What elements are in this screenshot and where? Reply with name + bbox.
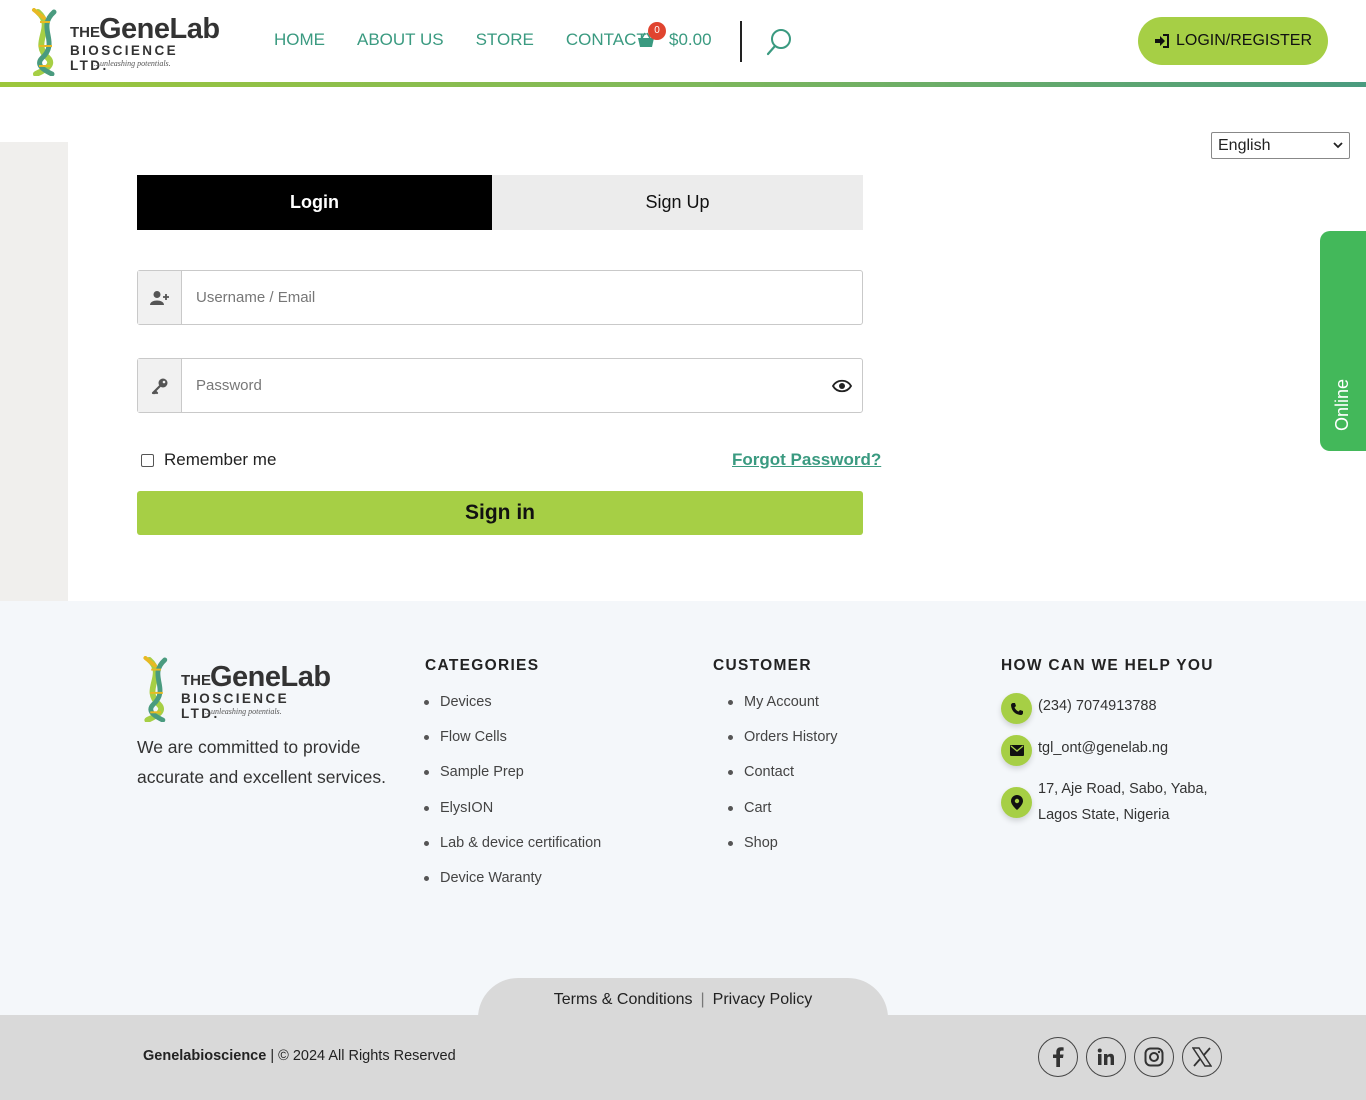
copyright-brand: Genelabioscience xyxy=(143,1048,267,1064)
footer-logo-name: GeneLab xyxy=(210,661,331,693)
tab-login[interactable]: Login xyxy=(137,175,492,230)
logo-name: GeneLab xyxy=(99,13,220,45)
username-field xyxy=(137,270,863,325)
language-select[interactable]: English xyxy=(1211,132,1350,159)
help-address: 17, Aje Road, Sabo, Yaba, Lagos State, Ni… xyxy=(1001,776,1208,828)
envelope-icon xyxy=(1001,735,1032,766)
language-selected: English xyxy=(1218,136,1271,154)
customer-list: My Account Orders History Contact Cart S… xyxy=(728,694,837,870)
category-link[interactable]: Device Waranty xyxy=(424,870,601,905)
customer-link[interactable]: Contact xyxy=(728,764,837,799)
dna-logo-icon xyxy=(32,8,57,76)
facebook-icon[interactable] xyxy=(1038,1037,1078,1077)
header-divider xyxy=(740,21,742,62)
remember-checkbox[interactable] xyxy=(141,453,154,467)
logo-tagline: ...unleashing potentials. xyxy=(94,59,171,68)
footer-logo-subtitle: BIOSCIENCE LTD. xyxy=(181,691,290,721)
footer-logo-the: THE xyxy=(181,672,211,689)
sign-in-button[interactable]: Sign in xyxy=(137,491,863,535)
help-email[interactable]: tgl_ont@genelab.ng xyxy=(1001,735,1168,766)
username-input[interactable] xyxy=(182,271,862,324)
customer-link[interactable]: Cart xyxy=(728,800,837,835)
x-twitter-icon[interactable] xyxy=(1182,1037,1222,1077)
login-register-button[interactable]: LOGIN/REGISTER xyxy=(1138,17,1328,65)
category-link[interactable]: Lab & device certification xyxy=(424,835,601,870)
categories-list: Devices Flow Cells Sample Prep ElysION L… xyxy=(424,694,601,905)
header-gradient-bar xyxy=(0,82,1366,87)
password-field xyxy=(137,358,863,413)
email-address: tgl_ont@genelab.ng xyxy=(1038,740,1169,756)
remember-me[interactable]: Remember me xyxy=(141,450,276,470)
customer-link[interactable]: My Account xyxy=(728,694,837,729)
password-addon xyxy=(138,359,182,412)
footer-logo[interactable]: THE GeneLab BIOSCIENCE LTD. ...unleashin… xyxy=(137,656,331,722)
categories-title: CATEGORIES xyxy=(425,657,540,674)
customer-link[interactable]: Orders History xyxy=(728,729,837,764)
forgot-password-link[interactable]: Forgot Password? xyxy=(732,450,881,470)
phone-number: (234) 7074913788 xyxy=(1038,698,1157,714)
help-phone[interactable]: (234) 7074913788 xyxy=(1001,693,1157,724)
site-logo[interactable]: THE GeneLab BIOSCIENCE LTD. ...unleashin… xyxy=(26,8,220,76)
copyright-text: | © 2024 All Rights Reserved xyxy=(266,1048,456,1064)
category-link[interactable]: Devices xyxy=(424,694,601,729)
nav-home[interactable]: HOME xyxy=(274,30,325,50)
login-register-label: LOGIN/REGISTER xyxy=(1175,32,1313,49)
site-header: THE GeneLab BIOSCIENCE LTD. ...unleashin… xyxy=(0,0,1366,83)
chevron-down-icon xyxy=(1333,142,1343,149)
sign-in-icon xyxy=(1154,34,1169,48)
legal-separator: | xyxy=(700,991,705,1008)
nav-about-us[interactable]: ABOUT US xyxy=(357,30,444,50)
cart-count-badge: 0 xyxy=(648,22,666,40)
category-link[interactable]: Sample Prep xyxy=(424,764,601,799)
username-addon xyxy=(138,271,182,324)
toggle-password-visibility[interactable] xyxy=(822,359,862,412)
terms-link[interactable]: Terms & Conditions xyxy=(554,991,693,1009)
privacy-link[interactable]: Privacy Policy xyxy=(713,991,813,1009)
customer-link[interactable]: Shop xyxy=(728,835,837,870)
copyright: Genelabioscience | © 2024 All Rights Res… xyxy=(143,1048,456,1064)
nav-contact[interactable]: CONTACT xyxy=(566,30,647,50)
linkedin-icon[interactable] xyxy=(1086,1037,1126,1077)
map-pin-icon xyxy=(1001,787,1032,818)
logo-the: THE xyxy=(70,24,100,41)
customer-title: CUSTOMER xyxy=(713,657,812,674)
address-line-1: 17, Aje Road, Sabo, Yaba, xyxy=(1038,781,1208,797)
eye-icon xyxy=(832,379,852,392)
footer-logo-tagline: ...unleashing potentials. xyxy=(205,707,282,716)
user-plus-icon xyxy=(149,290,169,305)
dna-logo-icon xyxy=(143,656,168,722)
phone-icon xyxy=(1001,693,1032,724)
social-links xyxy=(1038,1037,1222,1077)
legal-links: Terms & Conditions | Privacy Policy xyxy=(478,978,888,1022)
password-input[interactable] xyxy=(182,359,822,412)
address-line-2: Lagos State, Nigeria xyxy=(1038,807,1170,823)
online-chat-tab[interactable]: Online xyxy=(1320,231,1366,451)
category-link[interactable]: ElysION xyxy=(424,800,601,835)
main-nav: HOME ABOUT US STORE CONTACT xyxy=(274,30,679,50)
cart-total: $0.00 xyxy=(669,30,712,49)
instagram-icon[interactable] xyxy=(1134,1037,1174,1077)
online-label: Online xyxy=(1332,378,1352,431)
remember-label: Remember me xyxy=(164,450,277,469)
logo-subtitle: BIOSCIENCE LTD. xyxy=(70,43,179,73)
auth-tabs: Login Sign Up xyxy=(137,175,863,230)
tab-sign-up[interactable]: Sign Up xyxy=(492,175,863,230)
address-text: 17, Aje Road, Sabo, Yaba, Lagos State, Ni… xyxy=(1038,776,1208,828)
nav-store[interactable]: STORE xyxy=(476,30,534,50)
search-icon[interactable] xyxy=(766,28,792,56)
left-side-strip xyxy=(0,142,68,601)
key-icon xyxy=(151,378,167,394)
help-title: HOW CAN WE HELP YOU xyxy=(1001,657,1214,674)
category-link[interactable]: Flow Cells xyxy=(424,729,601,764)
footer-about-text: We are committed to provide accurate and… xyxy=(137,737,387,787)
